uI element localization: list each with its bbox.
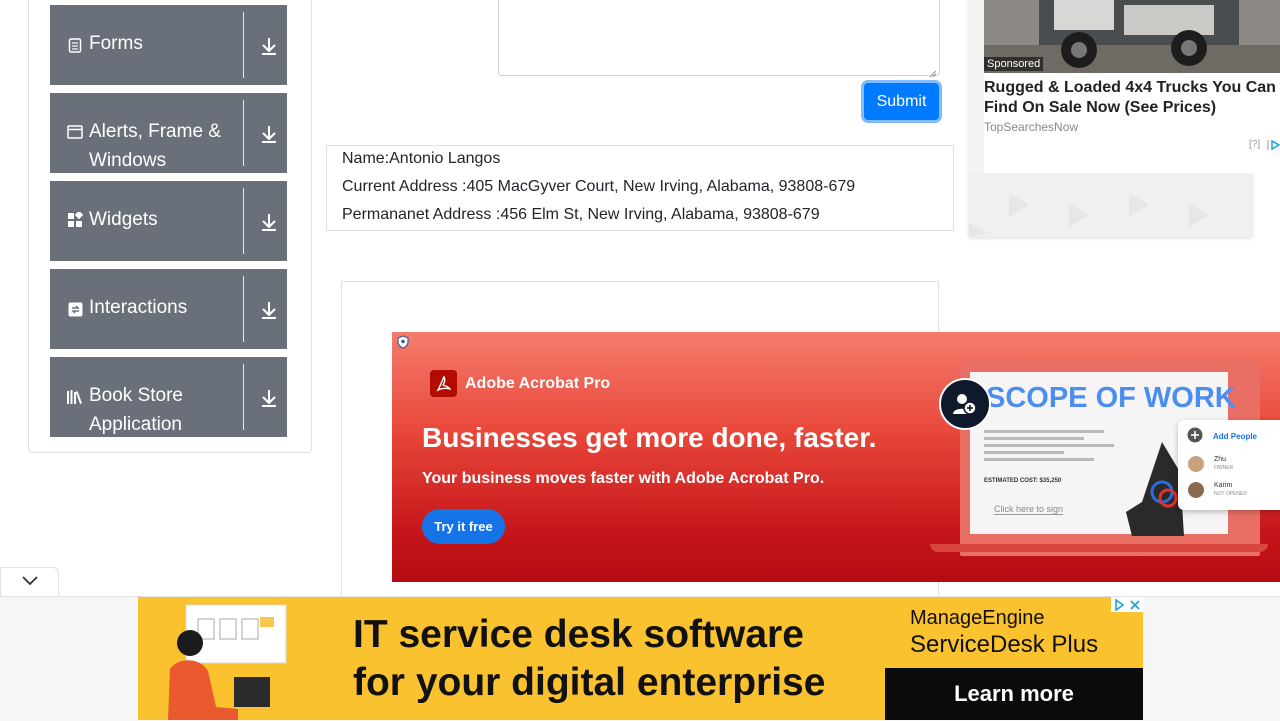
sign-hint: Click here to sign <box>994 504 1064 515</box>
download-icon[interactable] <box>259 211 279 233</box>
close-icon[interactable] <box>1127 597 1143 612</box>
divider <box>243 100 244 166</box>
person-row: Zhu OWNER <box>1188 456 1233 472</box>
bookstore-icon <box>66 388 84 406</box>
ad-line-1: IT service desk software <box>353 613 804 656</box>
person-row: Karim NOT OPENED <box>1188 482 1247 498</box>
ad-controls <box>1111 597 1143 612</box>
ad-headline[interactable]: Rugged & Loaded 4x4 Trucks You Can Find … <box>984 78 1280 118</box>
acrobat-subline: Your business moves faster with Adobe Ac… <box>422 470 825 487</box>
support-agent-illustration <box>168 604 287 720</box>
people-panel: Add People Zhu OWNER Karim NOT OPENED <box>1178 420 1280 510</box>
download-icon[interactable] <box>259 123 279 145</box>
submit-button[interactable]: Submit <box>864 83 939 120</box>
collapse-ad-button[interactable] <box>0 567 59 596</box>
widgets-icon <box>66 211 84 229</box>
sponsored-card[interactable]: Sponsored Rugged & Loaded 4x4 Trucks You… <box>984 0 1280 173</box>
adchoices-icon[interactable] <box>1111 597 1127 612</box>
sidebar-group-label: Windows <box>89 150 167 171</box>
brand-manageengine: ManageEngine <box>910 607 1045 629</box>
output-permanent-address: Permananet Address :456 Elm St, New Irvi… <box>342 206 820 223</box>
person-role: NOT OPENED <box>1214 491 1247 497</box>
person-name: Karim <box>1214 482 1233 489</box>
document-title: SCOPE OF WORK <box>986 382 1236 414</box>
add-people-label[interactable]: Add People <box>1213 432 1257 441</box>
try-it-free-button[interactable]: Try it free <box>422 509 505 544</box>
divider <box>243 188 244 254</box>
sponsored-label: Sponsored <box>984 57 1044 71</box>
add-people-icon[interactable] <box>1187 427 1203 445</box>
acrobat-brand-name: Adobe Acrobat Pro <box>465 374 611 392</box>
adchoices-icon[interactable] <box>1267 138 1280 156</box>
acrobat-ad-banner[interactable]: Adobe Acrobat Pro Businesses get more do… <box>392 332 1280 582</box>
divider <box>243 12 244 78</box>
sidebar-group-alerts[interactable]: Alerts, Frame & Windows <box>50 93 287 173</box>
sidebar-group-label: Alerts, Frame & <box>89 121 221 142</box>
form-icon <box>66 36 84 54</box>
download-icon[interactable] <box>259 387 279 409</box>
permanent-address-textarea[interactable] <box>498 0 940 78</box>
estimated-cost: ESTIMATED COST: $35,250 <box>984 478 1062 484</box>
learn-more-button[interactable]: Learn more <box>885 668 1143 720</box>
sidebar-group-label: Widgets <box>89 209 158 230</box>
download-icon[interactable] <box>259 35 279 57</box>
ad-background-pattern <box>969 173 1252 237</box>
sidebar-group-forms[interactable]: Forms <box>50 5 287 85</box>
sidebar-group-interactions[interactable]: Interactions <box>50 269 287 349</box>
divider <box>243 364 244 430</box>
sidebar-group-label: Book Store <box>89 385 183 406</box>
divider <box>243 276 244 342</box>
output-panel: Name:Antonio Langos Current Address :405… <box>326 145 954 231</box>
chevron-down-icon <box>21 573 38 591</box>
shield-icon <box>396 335 410 349</box>
brand-servicedesk: ServiceDesk Plus <box>910 631 1099 658</box>
ad-source[interactable]: TopSearchesNow <box>984 120 1078 134</box>
laptop-base <box>930 544 1268 552</box>
acrobat-logo-icon <box>430 370 457 397</box>
ad-line-2: for your digital enterprise <box>353 661 826 704</box>
avatar <box>1188 456 1204 472</box>
servicedesk-ad-banner[interactable]: IT service desk software for your digita… <box>138 597 1143 720</box>
sidebar-group-label: Application <box>89 414 182 435</box>
adchoices-link[interactable]: [?] <box>1249 139 1260 150</box>
window-icon <box>66 123 84 141</box>
sidebar-group-widgets[interactable]: Widgets <box>50 181 287 261</box>
person-name: Zhu <box>1214 456 1227 463</box>
add-person-icon <box>939 378 991 430</box>
interactions-icon <box>66 300 84 318</box>
sidebar-group-bookstore[interactable]: Book Store Application <box>50 357 287 437</box>
sidebar-group-label: Forms <box>89 33 143 54</box>
acrobat-brand: Adobe Acrobat Pro <box>422 370 610 397</box>
document-text-lines <box>984 430 1124 465</box>
output-name: Name:Antonio Langos <box>342 150 501 167</box>
resize-handle-icon[interactable] <box>929 65 937 78</box>
download-icon[interactable] <box>259 299 279 321</box>
output-current-address: Current Address :405 MacGyver Court, New… <box>342 178 856 195</box>
sidebar-group-label: Interactions <box>89 297 188 318</box>
avatar <box>1188 482 1204 498</box>
acrobat-headline: Businesses get more done, faster. <box>422 422 877 453</box>
person-role: OWNER <box>1214 465 1234 471</box>
